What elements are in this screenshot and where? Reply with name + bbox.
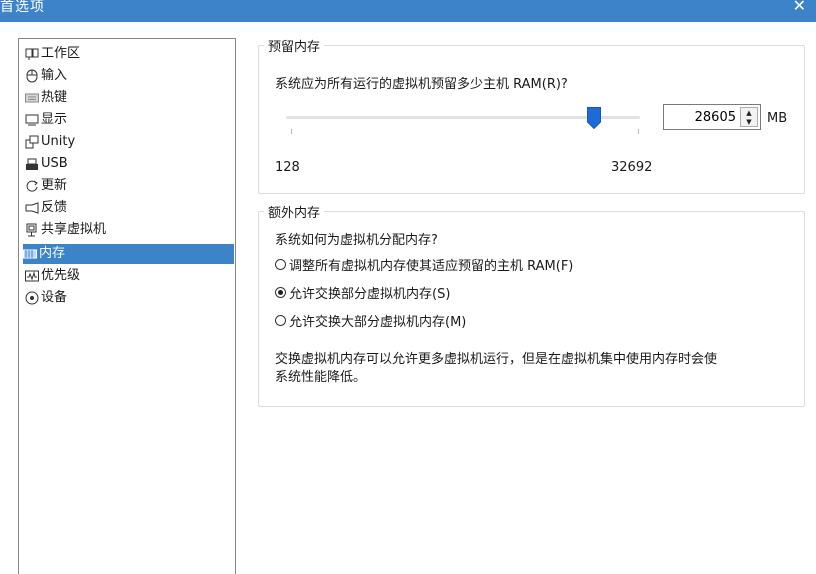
- slider-max-label: 32692: [611, 160, 653, 175]
- nav-item-shared-vms[interactable]: 共享虚拟机: [25, 220, 106, 240]
- mouse-icon: [25, 69, 39, 83]
- nav-item-workspace[interactable]: 工作区: [25, 44, 80, 64]
- slider-tick-min: [291, 129, 292, 134]
- memory-unit-label: MB: [767, 111, 788, 126]
- monitor-icon: [25, 113, 39, 127]
- preferences-nav: 工作区 输入 热键 显示 Unity USB 更新 反馈 共享虚拟机 内存 优先…: [18, 38, 236, 574]
- radio-label: 调整所有虚拟机内存使其适应预留的主机 RAM(F): [289, 259, 574, 274]
- reserved-memory-question: 系统应为所有运行的虚拟机预留多少主机 RAM(R)?: [275, 77, 568, 92]
- swap-note-line1: 交换虚拟机内存可以允许更多虚拟机运行，但是在虚拟机集中使用内存时会使: [275, 352, 718, 367]
- radio-circle[interactable]: [275, 287, 286, 298]
- device-icon: [25, 291, 39, 305]
- window-title: 首选项: [0, 0, 45, 15]
- keyboard-icon: [25, 91, 39, 105]
- nav-item-hotkeys[interactable]: 热键: [25, 88, 67, 108]
- title-bar: 首选项 ✕: [0, 0, 816, 22]
- radio-circle[interactable]: [275, 315, 286, 326]
- feedback-icon: [25, 201, 39, 215]
- reserved-memory-title: 预留内存: [264, 36, 325, 55]
- spin-down-icon[interactable]: ▼: [741, 117, 757, 126]
- workspace-icon: [25, 47, 39, 61]
- spin-up-icon[interactable]: ▲: [741, 108, 757, 117]
- nav-item-devices[interactable]: 设备: [25, 288, 67, 308]
- nav-item-feedback[interactable]: 反馈: [25, 198, 67, 218]
- nav-item-update[interactable]: 更新: [25, 176, 67, 196]
- nav-item-priority[interactable]: 优先级: [25, 266, 80, 286]
- spin-buttons[interactable]: ▲ ▼: [740, 107, 758, 127]
- nav-item-input[interactable]: 输入: [25, 66, 67, 86]
- slider-min-label: 128: [275, 160, 300, 175]
- nav-item-unity[interactable]: Unity: [25, 132, 75, 152]
- extra-memory-question: 系统如何为虚拟机分配内存?: [275, 233, 438, 248]
- unity-icon: [25, 135, 39, 149]
- reserved-memory-spinbox[interactable]: ▲ ▼: [663, 104, 761, 130]
- close-icon[interactable]: ✕: [793, 0, 806, 15]
- radio-circle[interactable]: [275, 259, 286, 270]
- radio-fit-reserved[interactable]: 调整所有虚拟机内存使其适应预留的主机 RAM(F): [275, 255, 573, 274]
- radio-label: 允许交换大部分虚拟机内存(M): [289, 315, 467, 330]
- refresh-icon: [25, 179, 39, 193]
- radio-swap-some[interactable]: 允许交换部分虚拟机内存(S): [275, 283, 450, 302]
- radio-swap-most[interactable]: 允许交换大部分虚拟机内存(M): [275, 311, 466, 330]
- nav-item-memory[interactable]: 内存: [23, 244, 234, 264]
- nav-item-usb[interactable]: USB: [25, 154, 68, 174]
- nav-item-display[interactable]: 显示: [25, 110, 67, 130]
- slider-tick-max: [638, 129, 639, 134]
- extra-memory-title: 额外内存: [264, 202, 325, 221]
- priority-icon: [25, 269, 39, 283]
- radio-label: 允许交换部分虚拟机内存(S): [289, 287, 451, 302]
- memory-icon: [23, 247, 37, 261]
- swap-note-line2: 系统性能降低。: [275, 370, 367, 385]
- shared-vm-icon: [25, 223, 39, 237]
- usb-icon: [25, 157, 39, 171]
- memory-slider-thumb[interactable]: [587, 107, 601, 133]
- reserved-memory-input[interactable]: [666, 108, 736, 126]
